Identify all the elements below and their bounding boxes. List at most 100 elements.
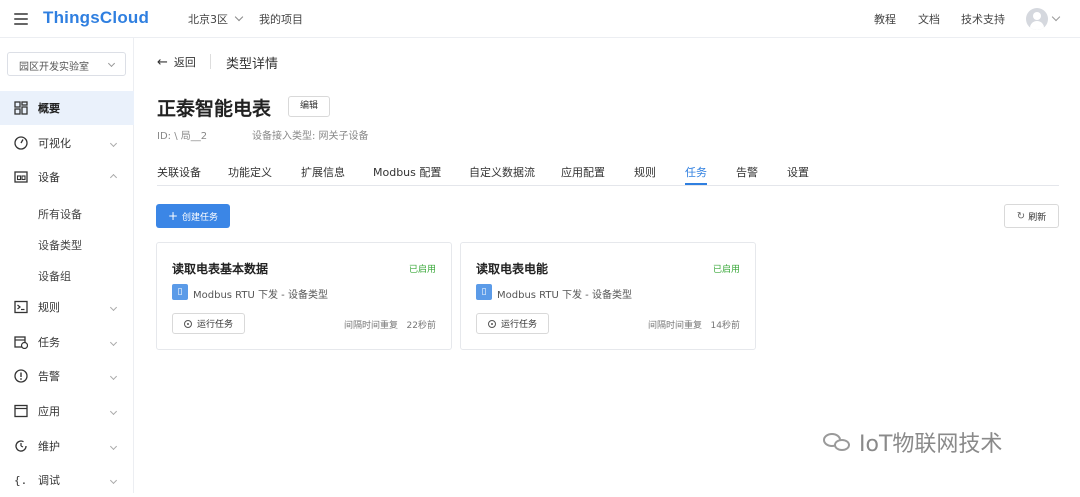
create-task-button[interactable]: + 创建任务 bbox=[156, 204, 230, 228]
lab-select-label: 园区开发实验室 bbox=[19, 62, 89, 73]
sidebar-item-label: 规则 bbox=[38, 301, 60, 314]
tab-app-config[interactable]: 应用配置 bbox=[561, 164, 605, 180]
lab-select[interactable]: 园区开发实验室 bbox=[7, 52, 126, 76]
sidebar-item-label: 概要 bbox=[38, 102, 60, 115]
app-logo[interactable]: ThingsCloud bbox=[43, 8, 149, 28]
edit-button[interactable]: 编辑 bbox=[288, 96, 330, 117]
sidebar-item-overview[interactable]: 概要 bbox=[0, 91, 134, 125]
refresh-button[interactable]: ↻ 刷新 bbox=[1004, 204, 1059, 228]
tab-custom-datastream[interactable]: 自定义数据流 bbox=[469, 164, 535, 180]
tab-linked-devices[interactable]: 关联设备 bbox=[157, 164, 201, 180]
sidebar-item-label: 告警 bbox=[38, 370, 60, 383]
modbus-icon: ▯ bbox=[172, 284, 188, 300]
repeat-mode: 间隔时间重复 bbox=[647, 321, 702, 331]
task-card[interactable]: 读取电表基本数据 已启用 ▯ Modbus RTU 下发 - 设备类型 运行任务… bbox=[156, 242, 452, 350]
sidebar-item-label: 任务 bbox=[38, 336, 60, 349]
refresh-label: 刷新 bbox=[1028, 212, 1047, 223]
play-circle-icon bbox=[183, 319, 192, 328]
run-task-button[interactable]: 运行任务 bbox=[476, 313, 549, 334]
dashboard-icon bbox=[14, 101, 28, 115]
tab-alerts[interactable]: 告警 bbox=[736, 164, 758, 180]
chevron-down-icon bbox=[109, 139, 118, 147]
access-type: 设备接入类型: 网关子设备 bbox=[252, 131, 369, 142]
last-run-time: 22秒前 bbox=[406, 321, 436, 331]
chevron-down-icon bbox=[109, 476, 118, 484]
play-circle-icon bbox=[487, 319, 496, 328]
modbus-icon: ▯ bbox=[476, 284, 492, 300]
back-button[interactable]: ← 返回 bbox=[157, 54, 196, 70]
top-bar: ThingsCloud 北京3区 我的项目 教程 文档 技术支持 bbox=[0, 0, 1080, 38]
project-link[interactable]: 我的项目 bbox=[259, 11, 303, 27]
task-schedule: 间隔时间重复 22秒前 bbox=[344, 318, 436, 331]
docs-link[interactable]: 文档 bbox=[918, 11, 940, 27]
last-run-time: 14秒前 bbox=[710, 321, 740, 331]
chevron-up-icon bbox=[109, 173, 118, 181]
app-window-icon bbox=[14, 404, 28, 418]
device-icon bbox=[14, 171, 28, 183]
alert-icon bbox=[14, 369, 28, 383]
task-calendar-icon bbox=[14, 336, 28, 349]
chevron-down-icon[interactable] bbox=[1051, 12, 1061, 22]
watermark-text: IoT物联网技术 bbox=[859, 432, 1003, 457]
sidebar-subitem-device-types[interactable]: 设备类型 bbox=[38, 237, 82, 253]
debug-braces-icon: {..} bbox=[14, 474, 28, 487]
chevron-down-icon bbox=[234, 12, 244, 22]
chevron-down-icon bbox=[109, 338, 118, 346]
divider bbox=[210, 54, 211, 69]
sidebar-subitem-all-devices[interactable]: 所有设备 bbox=[38, 206, 82, 222]
menu-icon[interactable] bbox=[14, 13, 28, 25]
chevron-down-icon bbox=[109, 303, 118, 311]
sidebar-item-visualization[interactable]: 可视化 bbox=[0, 126, 134, 160]
device-type-name: 正泰智能电表 bbox=[157, 98, 272, 120]
tutorial-link[interactable]: 教程 bbox=[874, 11, 896, 27]
tab-tasks[interactable]: 任务 bbox=[685, 164, 707, 180]
task-title: 读取电表基本数据 bbox=[172, 262, 269, 276]
status-badge: 已启用 bbox=[712, 265, 740, 275]
tab-extended-info[interactable]: 扩展信息 bbox=[301, 164, 345, 180]
region-select[interactable]: 北京3区 bbox=[188, 11, 244, 27]
sidebar-item-label: 应用 bbox=[38, 405, 60, 418]
terminal-icon bbox=[14, 300, 28, 314]
sidebar-item-label: 设备 bbox=[38, 171, 60, 184]
svg-text:{..}: {..} bbox=[14, 474, 28, 487]
chevron-down-icon bbox=[109, 442, 118, 450]
sidebar-item-label: 可视化 bbox=[38, 137, 71, 150]
create-task-label: 创建任务 bbox=[182, 212, 219, 223]
task-title: 读取电表电能 bbox=[476, 262, 549, 276]
sidebar-item-rules[interactable]: 规则 bbox=[0, 290, 134, 324]
plus-icon: + bbox=[167, 209, 179, 223]
sidebar-item-debug[interactable]: {..} 调试 bbox=[0, 463, 134, 497]
arrow-left-icon: ← bbox=[157, 54, 168, 70]
avatar[interactable] bbox=[1026, 8, 1048, 30]
page-title: 类型详情 bbox=[226, 57, 279, 72]
task-card[interactable]: 读取电表电能 已启用 ▯ Modbus RTU 下发 - 设备类型 运行任务 间… bbox=[460, 242, 756, 350]
sidebar-item-label: 调试 bbox=[38, 474, 60, 487]
sidebar: 园区开发实验室 概要 可视化 设备 所有设备 设备类型 设备组 规则 任务 告警… bbox=[0, 38, 134, 493]
chevron-down-icon bbox=[107, 59, 116, 68]
refresh-icon: ↻ bbox=[1016, 210, 1026, 222]
task-schedule: 间隔时间重复 14秒前 bbox=[648, 318, 740, 331]
tab-bar: 关联设备 功能定义 扩展信息 Modbus 配置 自定义数据流 应用配置 规则 … bbox=[157, 157, 1059, 186]
run-task-label: 运行任务 bbox=[500, 320, 537, 330]
maintenance-icon bbox=[15, 440, 27, 452]
status-badge: 已启用 bbox=[408, 265, 436, 275]
support-link[interactable]: 技术支持 bbox=[961, 11, 1005, 27]
sidebar-item-alerts[interactable]: 告警 bbox=[0, 359, 134, 393]
sidebar-item-apps[interactable]: 应用 bbox=[0, 394, 134, 428]
sidebar-item-tasks[interactable]: 任务 bbox=[0, 325, 134, 359]
tab-function-definition[interactable]: 功能定义 bbox=[228, 164, 272, 180]
run-task-button[interactable]: 运行任务 bbox=[172, 313, 245, 334]
active-tab-indicator bbox=[685, 183, 707, 185]
sidebar-item-maintenance[interactable]: 维护 bbox=[0, 429, 134, 463]
task-protocol: Modbus RTU 下发 - 设备类型 bbox=[193, 290, 328, 301]
device-id: ID: \ 局__2 bbox=[157, 131, 208, 142]
tab-modbus-config[interactable]: Modbus 配置 bbox=[373, 164, 441, 180]
run-task-label: 运行任务 bbox=[196, 320, 233, 330]
repeat-mode: 间隔时间重复 bbox=[343, 321, 398, 331]
tab-rules[interactable]: 规则 bbox=[634, 164, 656, 180]
sidebar-subitem-device-groups[interactable]: 设备组 bbox=[38, 268, 71, 284]
wechat-icon bbox=[823, 431, 853, 453]
watermark: IoT物联网技术 bbox=[823, 426, 1002, 458]
tab-settings[interactable]: 设置 bbox=[787, 164, 809, 180]
sidebar-item-devices[interactable]: 设备 bbox=[0, 160, 134, 194]
